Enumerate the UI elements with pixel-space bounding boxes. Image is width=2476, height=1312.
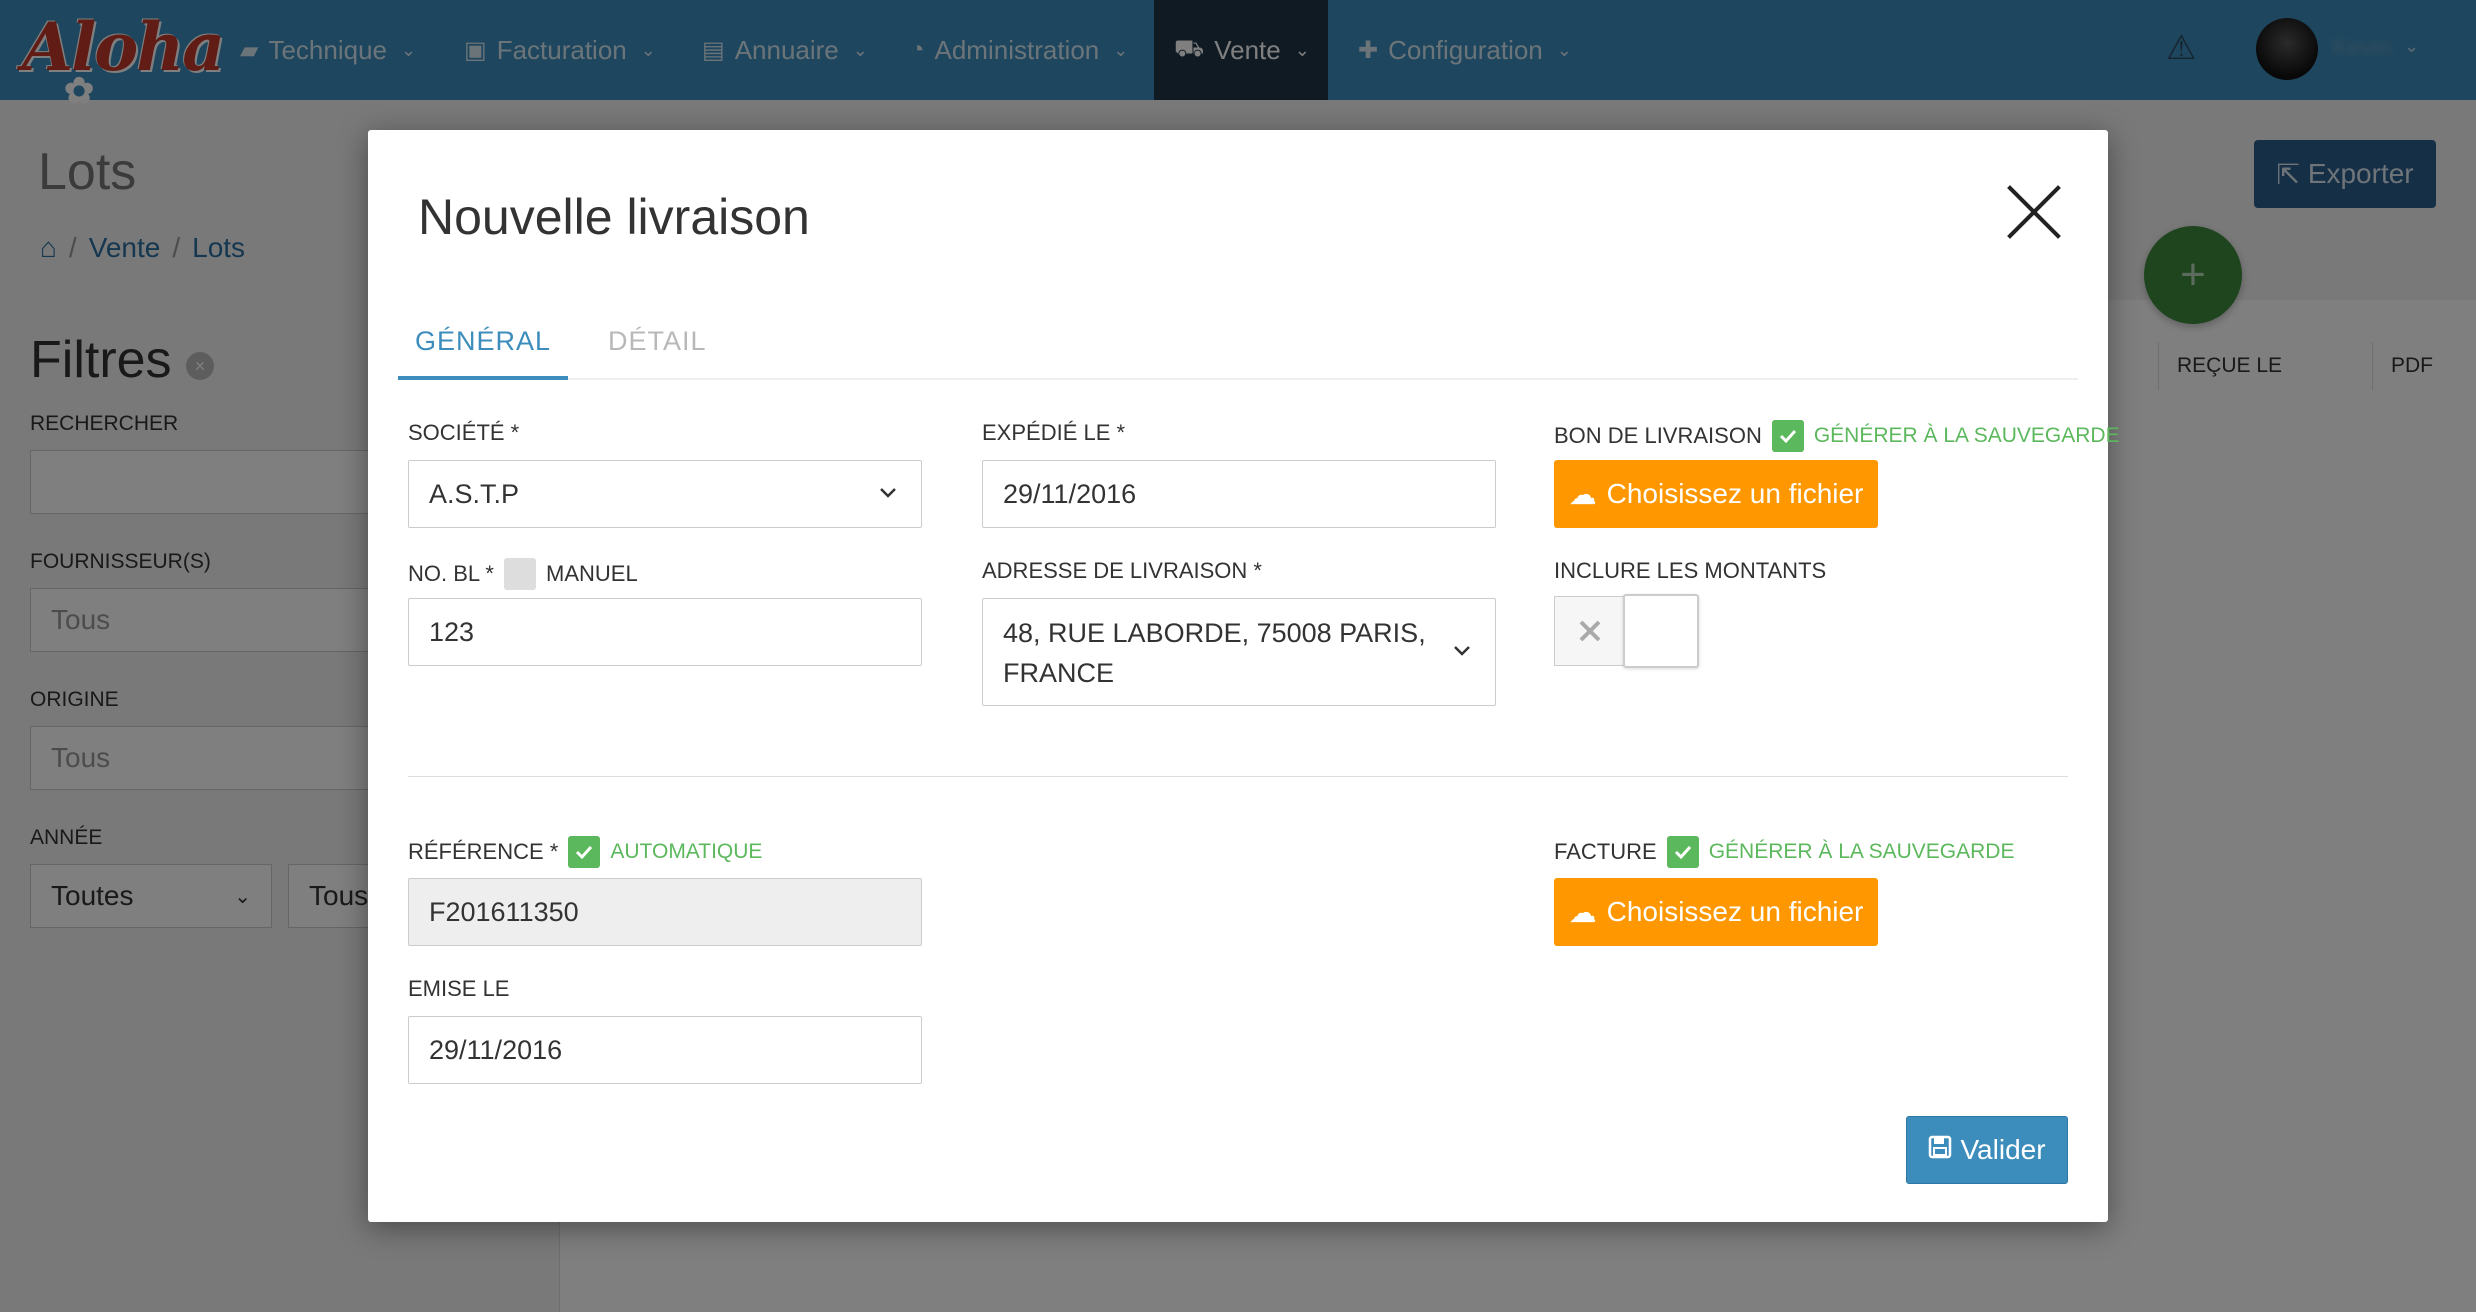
societe-label: SOCIÉTÉ * bbox=[408, 420, 519, 446]
facture-file-button[interactable]: ☁ Choisissez un fichier bbox=[1554, 878, 1878, 946]
facture-generate-label[interactable]: GÉNÉRER À LA SAUVEGARDE bbox=[1709, 840, 2015, 864]
expedie-label-text: EXPÉDIÉ LE * bbox=[982, 420, 1126, 445]
emise-value: 29/11/2016 bbox=[429, 1034, 563, 1065]
toggle-off-icon bbox=[1555, 597, 1625, 665]
no-bl-label: NO. BL * MANUEL bbox=[408, 558, 638, 590]
expedie-label: EXPÉDIÉ LE * bbox=[982, 420, 1125, 446]
section-divider bbox=[408, 776, 2068, 777]
checkbox-checked-icon[interactable] bbox=[568, 836, 601, 868]
chevron-down-icon bbox=[1454, 646, 1470, 656]
adresse-label: ADRESSE DE LIVRAISON * bbox=[982, 558, 1262, 584]
cloud-upload-icon: ☁ bbox=[1568, 896, 1597, 928]
modal-title: Nouvelle livraison bbox=[418, 189, 810, 245]
montants-label-text: INCLURE LES MONTANTS bbox=[1554, 558, 1827, 583]
include-amounts-toggle[interactable] bbox=[1554, 594, 1699, 668]
adresse-select[interactable]: 48, RUE LABORDE, 75008 PARIS, FRANCE bbox=[982, 598, 1496, 706]
no-bl-label-text: NO. BL * bbox=[408, 561, 494, 586]
bon-livraison-generate-label[interactable]: GÉNÉRER À LA SAUVEGARDE bbox=[1814, 424, 2120, 448]
bon-livraison-label-text: BON DE LIVRAISON bbox=[1554, 423, 1762, 448]
toggle-knob[interactable] bbox=[1623, 594, 1699, 668]
tabs-divider bbox=[398, 378, 2078, 380]
adresse-label-text: ADRESSE DE LIVRAISON * bbox=[982, 558, 1262, 583]
facture-label-text: FACTURE bbox=[1554, 839, 1657, 864]
no-bl-value: 123 bbox=[429, 616, 475, 647]
new-delivery-modal: Nouvelle livraison GÉNÉRAL DÉTAIL SOCIÉT… bbox=[368, 130, 2120, 1222]
reference-auto-label[interactable]: AUTOMATIQUE bbox=[610, 840, 762, 864]
societe-label-text: SOCIÉTÉ * bbox=[408, 420, 520, 445]
montants-label: INCLURE LES MONTANTS bbox=[1554, 558, 1826, 584]
expedie-value: 29/11/2016 bbox=[1003, 478, 1137, 509]
adresse-value-line2: FRANCE bbox=[1003, 658, 1115, 688]
cloud-upload-icon: ☁ bbox=[1568, 478, 1597, 510]
no-bl-input[interactable]: 123 bbox=[408, 598, 922, 666]
emise-label-text: EMISE LE bbox=[408, 976, 510, 1001]
facture-file-button-label: Choisissez un fichier bbox=[1606, 896, 1864, 927]
submit-button-label: Valider bbox=[1960, 1134, 2046, 1165]
tab-general[interactable]: GÉNÉRAL bbox=[398, 326, 568, 380]
manual-label: MANUEL bbox=[546, 561, 638, 586]
societe-value: A.S.T.P bbox=[429, 478, 520, 509]
reference-label-text: RÉFÉRENCE * bbox=[408, 839, 559, 864]
checkbox-checked-icon[interactable] bbox=[1771, 420, 1804, 452]
checkbox-checked-icon[interactable] bbox=[1666, 836, 1699, 868]
emise-date-input[interactable]: 29/11/2016 bbox=[408, 1016, 922, 1084]
adresse-value-line1: 48, RUE LABORDE, 75008 PARIS, bbox=[1003, 618, 1426, 648]
expedie-date-input[interactable]: 29/11/2016 bbox=[982, 460, 1496, 528]
emise-label: EMISE LE bbox=[408, 976, 509, 1002]
facture-label: FACTURE GÉNÉRER À LA SAUVEGARDE bbox=[1554, 836, 2014, 868]
reference-input: F201611350 bbox=[408, 878, 922, 946]
tab-detail[interactable]: DÉTAIL bbox=[608, 326, 707, 357]
societe-select[interactable]: A.S.T.P bbox=[408, 460, 922, 528]
reference-value: F201611350 bbox=[429, 896, 579, 927]
close-icon[interactable] bbox=[2006, 184, 2062, 240]
manual-checkbox[interactable] bbox=[504, 558, 536, 590]
submit-button[interactable]: Valider bbox=[1906, 1116, 2068, 1184]
save-icon bbox=[1928, 1134, 1952, 1166]
bon-livraison-file-button[interactable]: ☁ Choisissez un fichier bbox=[1554, 460, 1878, 528]
reference-label: RÉFÉRENCE * AUTOMATIQUE bbox=[408, 836, 762, 868]
bon-livraison-file-button-label: Choisissez un fichier bbox=[1606, 478, 1864, 509]
bon-livraison-label: BON DE LIVRAISON GÉNÉRER À LA SAUVEGARDE bbox=[1554, 420, 2120, 452]
chevron-down-icon bbox=[880, 488, 896, 498]
